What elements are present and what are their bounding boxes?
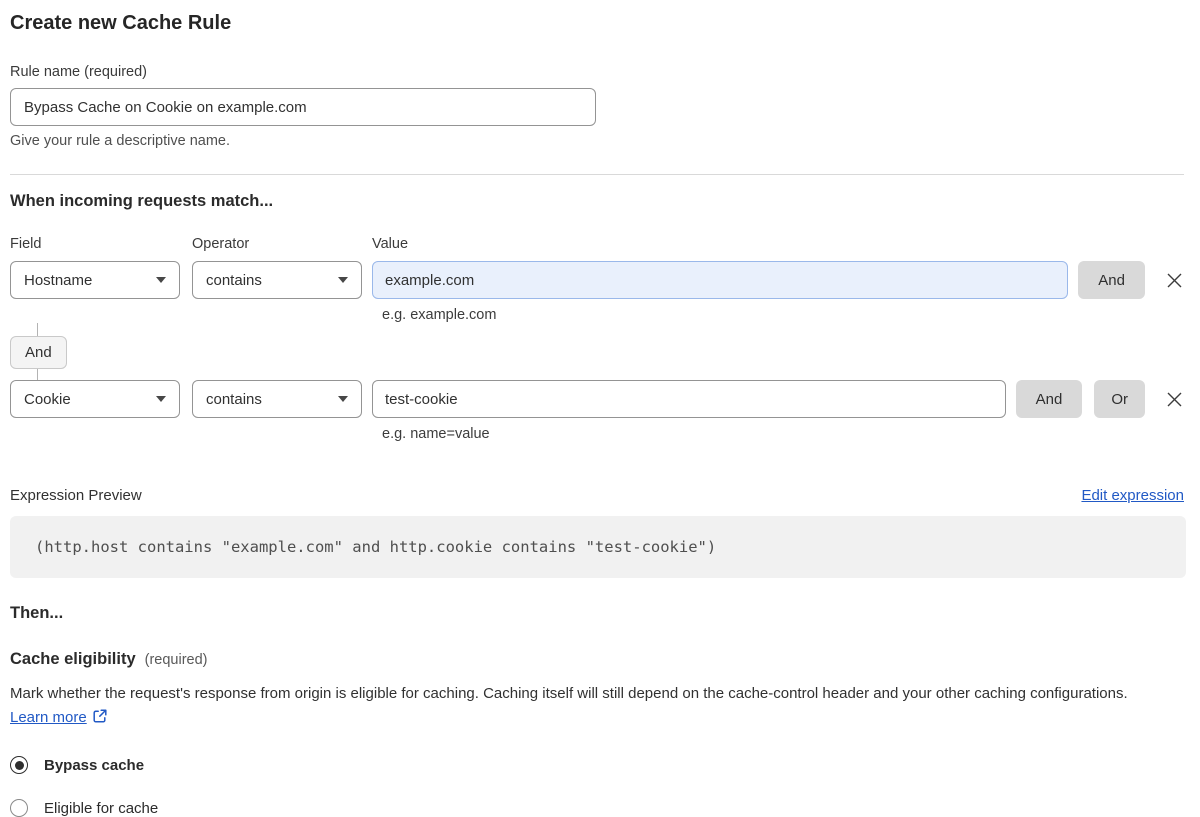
close-icon <box>1167 392 1182 407</box>
page-title: Create new Cache Rule <box>10 12 232 34</box>
then-heading: Then... <box>10 604 64 622</box>
add-and-condition-button[interactable]: And <box>1015 380 1083 418</box>
value-hint: e.g. example.com <box>382 307 497 323</box>
radio-selected-icon <box>10 756 28 774</box>
operator-select-value: contains <box>206 271 262 289</box>
caret-down-icon <box>156 277 166 283</box>
close-icon <box>1167 273 1182 288</box>
field-select-value: Cookie <box>24 390 71 408</box>
rule-name-help: Give your rule a descriptive name. <box>10 133 231 149</box>
match-row-2: Cookie contains e.g. name=value And Or <box>10 380 1184 442</box>
add-or-condition-button[interactable]: Or <box>1094 380 1145 418</box>
radio-label: Eligible for cache <box>44 799 159 817</box>
remove-condition-button[interactable] <box>1165 271 1184 290</box>
cache-eligibility-description: Mark whether the request's response from… <box>10 682 1170 732</box>
condition-connector: And <box>10 323 1184 380</box>
rule-name-input[interactable] <box>10 88 596 126</box>
operator-column-label: Operator <box>192 236 250 252</box>
remove-condition-button[interactable] <box>1165 390 1184 409</box>
description-text: Mark whether the request's response from… <box>10 685 1128 702</box>
radio-bypass-cache[interactable]: Bypass cache <box>10 756 1184 774</box>
value-input[interactable] <box>372 261 1069 299</box>
match-row-1: Hostname contains e.g. example.com And <box>10 261 1184 323</box>
external-link-icon <box>92 708 108 732</box>
value-hint: e.g. name=value <box>382 426 490 442</box>
caret-down-icon <box>156 396 166 402</box>
expression-preview-label: Expression Preview <box>10 487 142 504</box>
operator-select[interactable]: contains <box>192 380 362 418</box>
learn-more-link[interactable]: Learn more <box>10 709 87 726</box>
operator-select-value: contains <box>206 390 262 408</box>
required-note: (required) <box>144 652 208 668</box>
add-and-condition-button[interactable]: And <box>1078 261 1145 299</box>
radio-unselected-icon <box>10 799 28 817</box>
value-column-label: Value <box>372 236 409 252</box>
field-select-value: Hostname <box>24 271 93 289</box>
field-column-label: Field <box>10 236 42 252</box>
expression-code: (http.host contains "example.com" and ht… <box>35 538 717 556</box>
caret-down-icon <box>338 277 348 283</box>
cache-eligibility-heading: Cache eligibility <box>10 650 136 668</box>
edit-expression-link[interactable]: Edit expression <box>1081 487 1184 504</box>
expression-code-block: (http.host contains "example.com" and ht… <box>10 516 1186 578</box>
radio-eligible-for-cache[interactable]: Eligible for cache <box>10 799 1184 817</box>
field-select[interactable]: Cookie <box>10 380 180 418</box>
connector-and-toggle[interactable]: And <box>10 336 67 369</box>
match-column-labels: Field Operator Value <box>10 236 1184 252</box>
radio-label: Bypass cache <box>44 756 145 774</box>
rule-name-label: Rule name (required) <box>10 64 148 80</box>
section-divider <box>10 174 1184 175</box>
caret-down-icon <box>338 396 348 402</box>
match-heading: When incoming requests match... <box>10 192 274 210</box>
create-cache-rule-page: Create new Cache Rule Rule name (require… <box>0 0 1200 817</box>
operator-select[interactable]: contains <box>192 261 362 299</box>
value-input[interactable] <box>372 380 1006 418</box>
field-select[interactable]: Hostname <box>10 261 180 299</box>
